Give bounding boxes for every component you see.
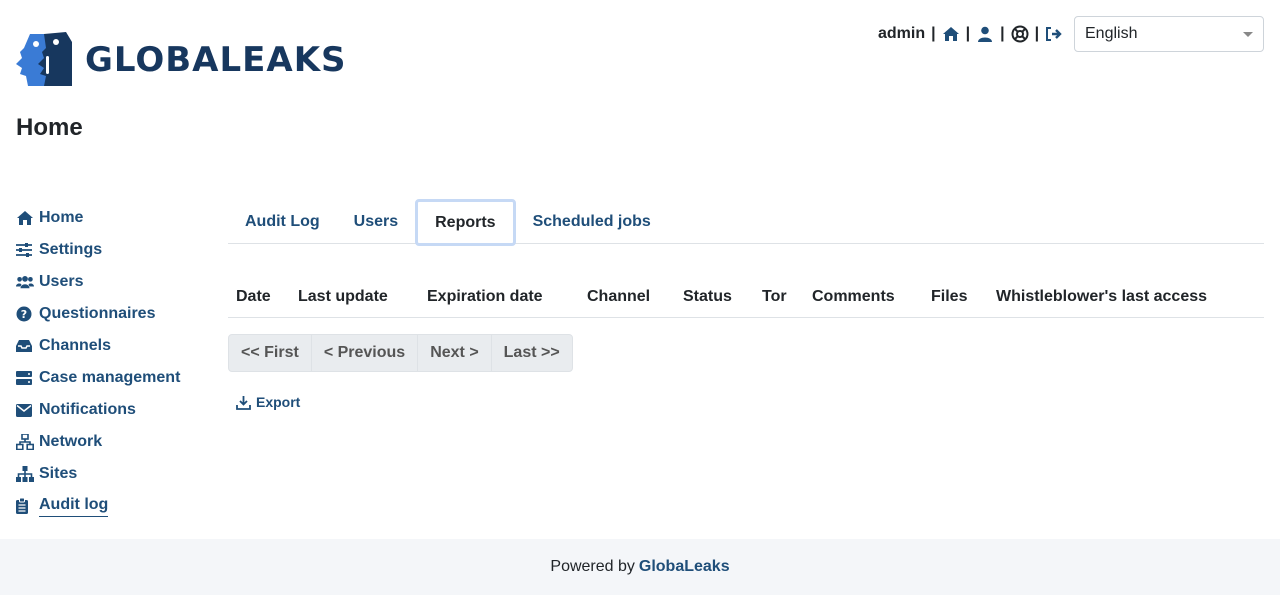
user-icon[interactable] — [976, 25, 994, 43]
column-header[interactable]: Expiration date — [427, 288, 543, 306]
sidebar-item-channels[interactable]: Channels — [16, 330, 216, 362]
sidebar-item-label: Network — [39, 433, 103, 450]
download-icon — [236, 394, 252, 410]
tab-users[interactable]: Users — [337, 200, 415, 244]
support-icon[interactable] — [1011, 25, 1029, 43]
footer-text: Powered by — [550, 558, 635, 575]
svg-text:?: ? — [21, 308, 27, 321]
clipboard-icon — [16, 498, 34, 514]
chevron-down-icon — [1243, 32, 1253, 37]
home-icon — [16, 210, 34, 226]
sidebar-item-notifications[interactable]: Notifications — [16, 394, 216, 426]
column-header[interactable]: Comments — [812, 288, 895, 306]
sidebar: Home Settings Users ? Questionnaires Cha… — [16, 202, 216, 522]
column-header[interactable]: Status — [683, 288, 732, 306]
sidebar-item-questionnaires[interactable]: ? Questionnaires — [16, 298, 216, 330]
logout-icon[interactable] — [1045, 25, 1063, 43]
sidebar-item-case-management[interactable]: Case management — [16, 362, 216, 394]
username: admin — [878, 25, 926, 42]
tab-audit-log[interactable]: Audit Log — [228, 200, 337, 244]
next-page-button[interactable]: Next > — [418, 335, 492, 371]
sidebar-item-home[interactable]: Home — [16, 202, 216, 234]
tab-reports[interactable]: Reports — [415, 199, 516, 246]
export-button[interactable]: Export — [236, 394, 300, 410]
sidebar-item-sites[interactable]: Sites — [16, 458, 216, 490]
column-header[interactable]: Files — [931, 288, 967, 306]
column-header[interactable]: Whistleblower's last access — [996, 288, 1207, 306]
page-title: Home — [16, 114, 83, 141]
sidebar-item-audit-log[interactable]: Audit log — [16, 490, 216, 522]
server-icon — [16, 370, 34, 386]
sidebar-item-label: Notifications — [39, 401, 136, 418]
language-select[interactable]: English — [1074, 16, 1264, 52]
users-icon — [16, 274, 34, 290]
home-icon[interactable] — [942, 25, 960, 43]
footer: Powered by GlobaLeaks — [0, 539, 1280, 595]
sidebar-item-label: Settings — [39, 241, 103, 258]
language-selected-value: English — [1085, 25, 1138, 42]
first-page-button[interactable]: << First — [229, 335, 312, 371]
sidebar-item-label: Users — [39, 273, 84, 290]
envelope-icon — [16, 402, 34, 418]
separator: | — [931, 25, 936, 42]
sidebar-item-users[interactable]: Users — [16, 266, 216, 298]
reports-table-header: Date Last update Expiration date Channel… — [228, 276, 1264, 318]
export-label: Export — [256, 394, 301, 410]
sliders-icon — [16, 242, 34, 258]
network-icon — [16, 434, 34, 450]
user-toolbar: admin | | | | — [878, 24, 1063, 44]
last-page-button[interactable]: Last >> — [492, 335, 572, 371]
brand-name: GLOBALEAKS — [85, 40, 347, 80]
column-header[interactable]: Last update — [298, 288, 388, 306]
sidebar-item-settings[interactable]: Settings — [16, 234, 216, 266]
previous-page-button[interactable]: < Previous — [312, 335, 419, 371]
tab-bar: Audit Log Users Reports Scheduled jobs — [228, 199, 1264, 246]
sidebar-item-network[interactable]: Network — [16, 426, 216, 458]
sidebar-item-label: Sites — [39, 465, 78, 482]
question-circle-icon: ? — [16, 306, 34, 322]
sidebar-item-label: Case management — [39, 369, 181, 386]
sitemap-icon — [16, 466, 34, 482]
column-header[interactable]: Tor — [762, 288, 787, 306]
inbox-icon — [16, 338, 34, 354]
column-header[interactable]: Date — [236, 288, 271, 306]
brand-logo[interactable]: GLOBALEAKS — [16, 32, 346, 88]
sidebar-item-label: Audit log — [39, 496, 109, 517]
sidebar-item-label: Home — [39, 209, 84, 226]
footer-link[interactable]: GlobaLeaks — [639, 558, 730, 576]
tab-scheduled-jobs[interactable]: Scheduled jobs — [516, 200, 668, 244]
separator: | — [965, 25, 971, 42]
separator: | — [1034, 25, 1040, 42]
separator: | — [1000, 25, 1005, 42]
pagination: << First < Previous Next > Last >> — [228, 334, 573, 372]
column-header[interactable]: Channel — [587, 288, 650, 306]
sidebar-item-label: Channels — [39, 337, 112, 354]
sidebar-item-label: Questionnaires — [39, 305, 156, 322]
globaleaks-logo-icon — [16, 32, 72, 86]
